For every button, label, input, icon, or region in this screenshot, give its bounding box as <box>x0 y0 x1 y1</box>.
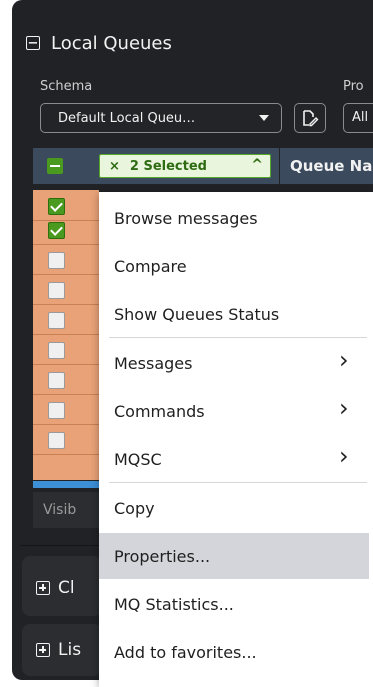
queue-table-header: × 2 Selected ^ Queue Na <box>33 148 373 184</box>
chevron-right-icon: › <box>339 394 349 422</box>
chevron-up-icon[interactable]: ^ <box>251 157 263 173</box>
expand-icon[interactable] <box>36 643 50 657</box>
row-divider <box>33 334 99 335</box>
menu-item-label: Add to favorites... <box>114 642 257 662</box>
collapse-icon[interactable]: − <box>26 36 40 50</box>
schema-select[interactable]: Default Local Queu… <box>40 103 282 133</box>
row-divider <box>33 394 99 395</box>
menu-item-label: Messages <box>114 353 193 373</box>
expand-icon[interactable] <box>36 581 50 595</box>
channels-panel-header[interactable]: Cl <box>36 578 75 598</box>
menu-item-properties[interactable]: Properties... <box>99 533 369 579</box>
chevron-right-icon: › <box>339 346 349 374</box>
menu-item-label: Browse messages <box>114 208 258 228</box>
row-divider <box>33 424 99 425</box>
menu-item-copy[interactable]: Copy <box>99 485 369 531</box>
queue-name-column-header[interactable]: Queue Na <box>279 148 372 184</box>
chevron-right-icon: › <box>339 442 349 470</box>
menu-item-messages[interactable]: Messages › <box>99 340 369 386</box>
selection-count: 2 Selected <box>129 158 207 174</box>
menu-item-add-to-favorites[interactable]: Add to favorites... <box>99 629 369 675</box>
row-checkbox[interactable] <box>48 402 65 419</box>
listeners-panel-header[interactable]: Lis <box>36 640 81 660</box>
schema-label: Schema <box>40 79 93 94</box>
chevron-down-icon <box>259 115 269 121</box>
row-checkbox[interactable] <box>48 312 65 329</box>
select-all-checkbox[interactable] <box>47 158 63 174</box>
row-divider <box>33 304 99 305</box>
row-checkbox[interactable] <box>48 198 65 215</box>
horizontal-scrollbar[interactable] <box>33 481 99 488</box>
menu-item-label: MQSC <box>114 449 162 469</box>
clear-selection-icon[interactable]: × <box>109 159 120 174</box>
menu-item-label: MQ Statistics... <box>114 594 234 614</box>
menu-item-mqsc[interactable]: MQSC › <box>99 436 369 482</box>
menu-separator <box>109 482 367 483</box>
row-divider <box>33 274 99 275</box>
row-checkbox[interactable] <box>48 282 65 299</box>
properties-filter-select[interactable]: All <box>343 103 373 133</box>
row-divider <box>33 220 99 221</box>
panel-label: Lis <box>58 640 82 660</box>
menu-item-label: Properties... <box>114 546 211 566</box>
context-menu: Browse messages Compare Show Queues Status… <box>99 192 373 687</box>
menu-item-show-queues-status[interactable]: Show Queues Status <box>99 291 369 337</box>
properties-label: Pro <box>343 79 364 94</box>
row-divider <box>33 244 99 245</box>
menu-separator <box>109 337 367 338</box>
row-divider <box>33 454 99 455</box>
menu-item-label: Commands <box>114 401 205 421</box>
panel-label: Cl <box>58 578 75 598</box>
row-checkbox[interactable] <box>48 342 65 359</box>
menu-item-label: Copy <box>114 498 155 518</box>
panel-title: Local Queues <box>51 32 172 54</box>
edit-schema-button[interactable] <box>294 103 326 133</box>
selection-chip[interactable]: × 2 Selected ^ <box>99 154 271 178</box>
menu-item-commands[interactable]: Commands › <box>99 388 369 434</box>
menu-item-compare[interactable]: Compare <box>99 243 369 289</box>
schema-select-value: Default Local Queu… <box>58 110 196 126</box>
row-checkbox[interactable] <box>48 432 65 449</box>
local-queues-panel-header[interactable]: − Local Queues <box>26 32 172 54</box>
row-checkbox[interactable] <box>48 372 65 389</box>
menu-item-label: Show Queues Status <box>114 304 280 324</box>
table-footer: Visib <box>33 492 99 528</box>
row-checkbox[interactable] <box>48 222 65 239</box>
queue-rows <box>33 190 99 480</box>
menu-item-mq-statistics[interactable]: MQ Statistics... <box>99 581 369 627</box>
menu-item-browse-messages[interactable]: Browse messages <box>99 195 369 241</box>
row-checkbox[interactable] <box>48 252 65 269</box>
edit-schema-icon <box>303 110 319 127</box>
row-divider <box>33 364 99 365</box>
menu-item-label: Compare <box>114 256 187 276</box>
